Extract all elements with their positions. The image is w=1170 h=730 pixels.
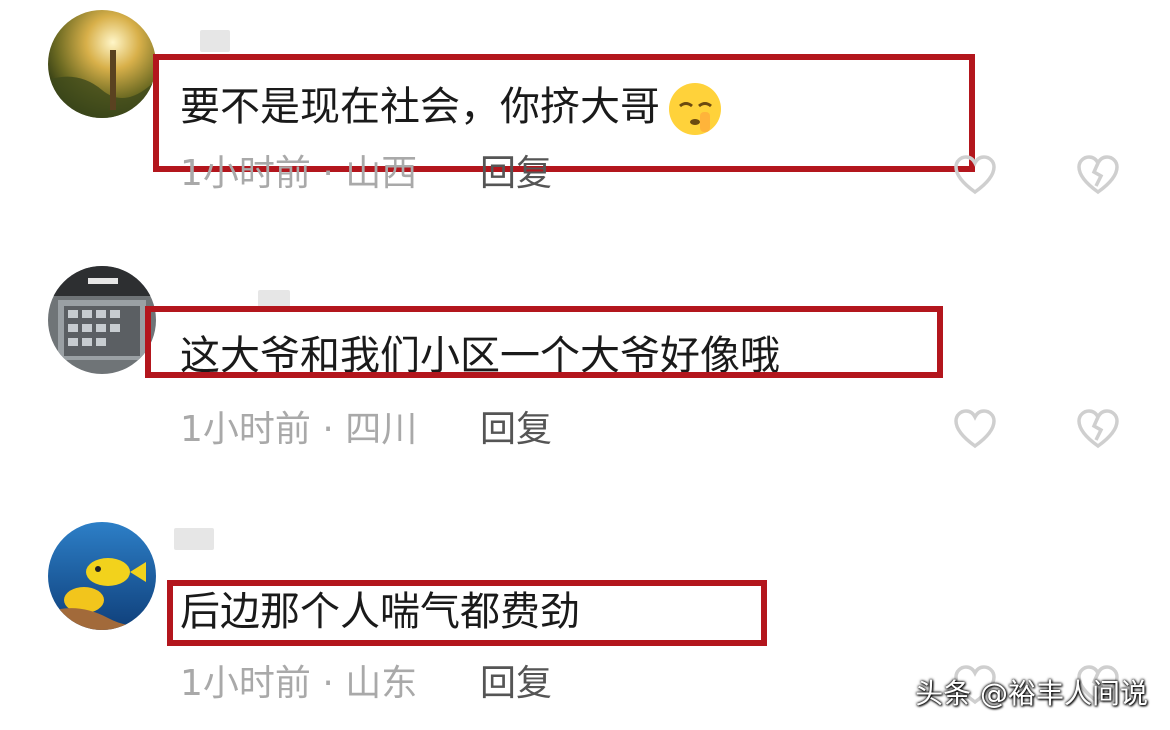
- comment-meta: 1小时前 · 山东: [180, 663, 418, 704]
- comment-meta: 1小时前 · 四川: [180, 409, 418, 450]
- comment-meta: 1小时前 · 山西: [180, 153, 418, 194]
- avatar[interactable]: [48, 10, 156, 118]
- reply-button[interactable]: 回复: [480, 412, 552, 448]
- comment-text: 要不是现在社会，你挤大哥: [180, 80, 724, 138]
- heart-outline-icon[interactable]: [953, 408, 997, 450]
- username: [174, 528, 214, 550]
- avatar[interactable]: [48, 522, 156, 630]
- shushing-face-emoji: [666, 80, 724, 138]
- heart-outline-icon[interactable]: [953, 154, 997, 196]
- comment-text: 这大爷和我们小区一个大爷好像哦: [180, 333, 780, 379]
- reply-button[interactable]: 回复: [480, 156, 552, 192]
- watermark: 头条 @裕丰人间说: [915, 677, 1148, 710]
- avatar[interactable]: [48, 266, 156, 374]
- broken-heart-icon[interactable]: [1076, 408, 1120, 450]
- username: [200, 30, 230, 52]
- broken-heart-icon[interactable]: [1076, 154, 1120, 196]
- reply-button[interactable]: 回复: [480, 666, 552, 702]
- comment-text: 后边那个人喘气都费劲: [180, 589, 580, 635]
- username: [258, 290, 290, 312]
